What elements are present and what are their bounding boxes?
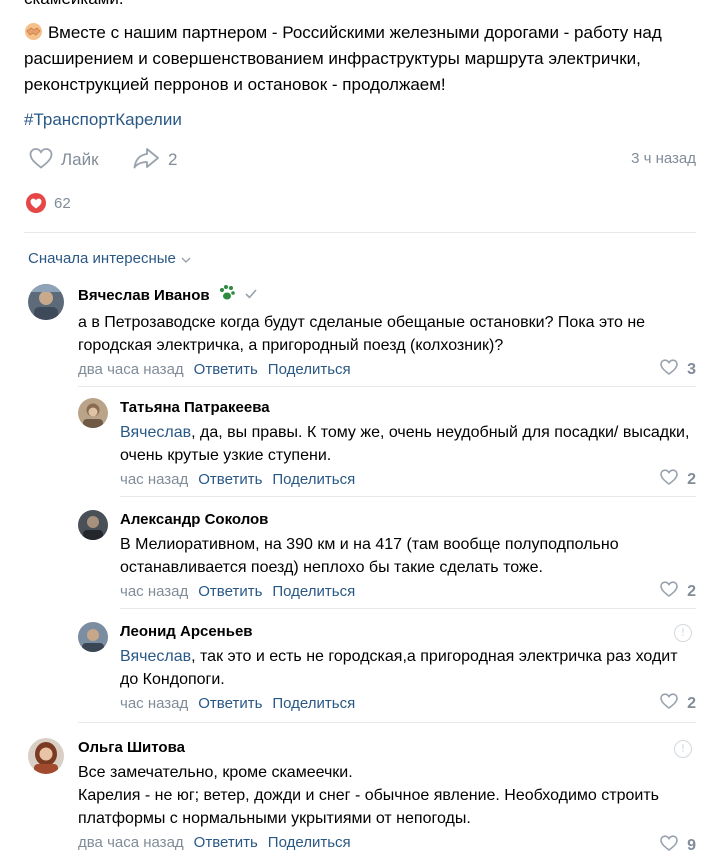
like-label: Лайк [61, 150, 99, 169]
comment-like-button[interactable]: 9 [659, 834, 696, 857]
comment-text-line: Карелия - не юг; ветер, дожди и снег - о… [78, 787, 659, 827]
chevron-down-icon [181, 250, 191, 267]
share-count: 2 [168, 150, 178, 169]
comment-like-button[interactable]: 2 [659, 580, 696, 603]
divider [78, 386, 696, 387]
comment-body: Александр Соколов В Мелиоративном, на 39… [120, 510, 696, 600]
reactions-count: 62 [54, 194, 71, 212]
heart-outline-icon [659, 580, 679, 603]
comment-like-count: 3 [687, 360, 696, 378]
share-comment-button[interactable]: Поделиться [268, 361, 351, 378]
comment-like-count: 2 [687, 470, 696, 488]
divider [120, 608, 696, 609]
avatar[interactable] [28, 284, 64, 320]
heart-outline-icon [28, 146, 54, 175]
author-name[interactable]: Вячеслав Иванов [78, 286, 210, 306]
comment-body: Леонид Арсеньев Вячеслав, так это и есть… [120, 622, 696, 712]
avatar[interactable] [28, 738, 64, 774]
comment: Ольга Шитова Все замечательно, кроме ска… [28, 738, 696, 856]
comment-meta: час назад Ответить Поделиться [120, 695, 696, 712]
author-name[interactable]: Татьяна Патракеева [120, 398, 270, 418]
share-comment-button[interactable]: Поделиться [272, 695, 355, 712]
reply-mention-link[interactable]: Вячеслав [120, 648, 191, 665]
reply-comment: Александр Соколов В Мелиоративном, на 39… [78, 510, 696, 602]
comments-sort-dropdown[interactable]: Сначала интересные [28, 250, 191, 267]
comment-meta: два часа назад Ответить Поделиться [78, 834, 696, 851]
heart-outline-icon [659, 468, 679, 491]
comment-like-button[interactable]: 2 [659, 468, 696, 491]
info-icon[interactable]: ! [674, 624, 692, 642]
comment-text: Вячеслав, да, вы правы. К тому же, очень… [120, 421, 696, 467]
comment-text-body: , да, вы правы. К тому же, очень неудобн… [120, 424, 690, 464]
heart-outline-icon [659, 834, 679, 857]
share-comment-button[interactable]: Поделиться [268, 834, 351, 851]
sort-label: Сначала интересные [28, 250, 176, 267]
info-icon[interactable]: ! [674, 740, 692, 758]
comment-text: а в Петрозаводске когда будут сделаные о… [78, 314, 646, 354]
comment-text-body: , так это и есть не городская,а пригород… [120, 648, 678, 688]
comment-meta: час назад Ответить Поделиться [120, 583, 696, 600]
comment-author: Александр Соколов [120, 510, 696, 530]
reply-button[interactable]: Ответить [198, 583, 262, 600]
avatar[interactable] [78, 510, 108, 540]
reply-button[interactable]: Ответить [198, 471, 262, 488]
comment-time[interactable]: два часа назад [78, 834, 184, 851]
comment-body: Вячеслав Иванов а в Петрозаводске когда … [78, 284, 696, 378]
author-name[interactable]: Александр Соколов [120, 510, 268, 530]
author-name[interactable]: Ольга Шитова [78, 738, 185, 758]
reply-comment: Леонид Арсеньев Вячеслав, так это и есть… [78, 622, 696, 714]
comment-like-count: 9 [687, 836, 696, 854]
post-action-bar: Лайк 2 3 ч назад [24, 146, 696, 174]
avatar[interactable] [78, 622, 108, 652]
reply-button[interactable]: Ответить [194, 834, 258, 851]
share-comment-button[interactable]: Поделиться [272, 583, 355, 600]
comment-like-count: 2 [687, 694, 696, 712]
comment-text: В Мелиоративном, на 390 км и на 417 (там… [120, 536, 619, 576]
comment-author: Татьяна Патракеева [120, 398, 696, 418]
post-text-truncated: скамейками. [24, 0, 124, 10]
comment-time[interactable]: час назад [120, 583, 188, 600]
like-button[interactable]: Лайк [28, 146, 99, 174]
comment-like-button[interactable]: 2 [659, 692, 696, 715]
comment-time[interactable]: час назад [120, 471, 188, 488]
divider [24, 232, 696, 233]
comment-text: Все замечательно, кроме скамеечки. Карел… [78, 761, 696, 830]
share-comment-button[interactable]: Поделиться [272, 471, 355, 488]
heart-outline-icon [659, 692, 679, 715]
share-button[interactable]: 2 [132, 146, 177, 174]
comment-body: Татьяна Патракеева Вячеслав, да, вы прав… [120, 398, 696, 488]
reply-button[interactable]: Ответить [194, 361, 258, 378]
comment-body: Ольга Шитова Все замечательно, кроме ска… [78, 738, 696, 851]
comment-meta: два часа назад Ответить Поделиться [78, 361, 696, 378]
reply-button[interactable]: Ответить [198, 695, 262, 712]
divider [120, 496, 696, 497]
post-text-body: Вместе с нашим партнером - Российскими ж… [24, 23, 662, 94]
comment-meta: час назад Ответить Поделиться [120, 471, 696, 488]
comment-like-count: 2 [687, 582, 696, 600]
comment: Вячеслав Иванов а в Петрозаводске когда … [28, 284, 696, 380]
paw-emoji-icon [218, 284, 236, 308]
post-text: Вместе с нашим партнером - Российскими ж… [24, 20, 704, 98]
reply-mention-link[interactable]: Вячеслав [120, 424, 191, 441]
comment-time[interactable]: час назад [120, 695, 188, 712]
divider [78, 722, 696, 723]
reactions-summary[interactable]: 62 [26, 193, 71, 213]
comment-like-button[interactable]: 3 [659, 358, 696, 381]
checkmark-icon [244, 286, 258, 306]
share-arrow-icon [132, 146, 160, 175]
heart-reaction-icon [26, 193, 46, 213]
handshake-emoji-icon [24, 22, 43, 41]
heart-outline-icon [659, 358, 679, 381]
comment-author: Ольга Шитова [78, 738, 696, 758]
avatar[interactable] [78, 398, 108, 428]
post-timestamp[interactable]: 3 ч назад [631, 150, 696, 167]
comment-author: Леонид Арсеньев [120, 622, 696, 642]
reply-comment: Татьяна Патракеева Вячеслав, да, вы прав… [78, 398, 696, 490]
post-hashtag[interactable]: #ТранспортКарелии [24, 110, 182, 130]
comment-author: Вячеслав Иванов [78, 284, 696, 308]
comment-time[interactable]: два часа назад [78, 361, 184, 378]
author-name[interactable]: Леонид Арсеньев [120, 622, 253, 642]
comment-text-line: Все замечательно, кроме скамеечки. [78, 764, 353, 781]
comment-text: Вячеслав, так это и есть не городская,а … [120, 645, 696, 691]
